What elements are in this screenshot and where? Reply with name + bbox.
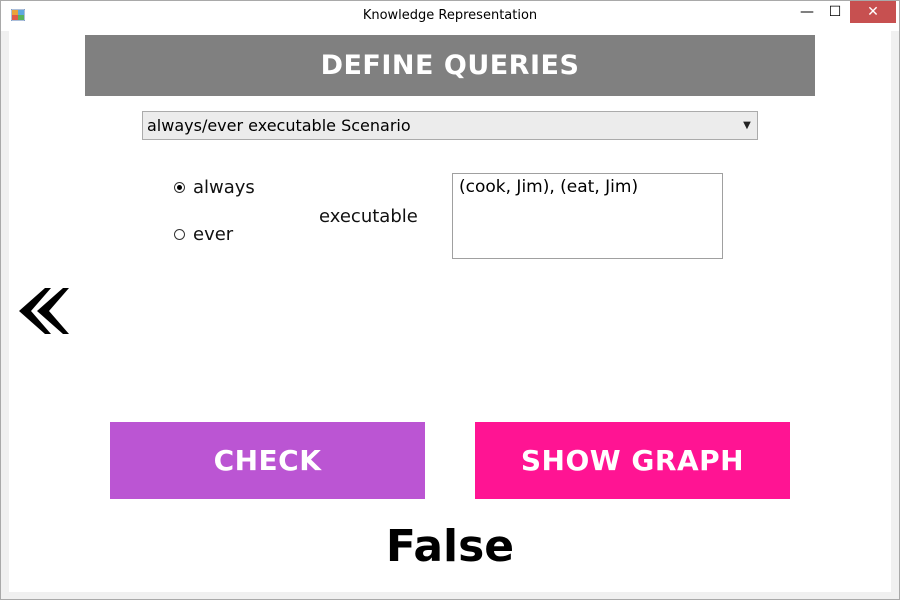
query-result: False [385, 521, 515, 572]
window-title: Knowledge Representation [362, 8, 538, 23]
double-chevron-left-icon[interactable] [17, 286, 72, 336]
maximize-icon: ☐ [828, 4, 842, 20]
scenario-input[interactable]: (cook, Jim), (eat, Jim) [452, 173, 723, 259]
check-button[interactable]: CHECK [110, 422, 425, 499]
radio-ever-label: ever [193, 224, 234, 245]
radio-always-indicator[interactable] [174, 182, 185, 193]
radio-always[interactable]: always [174, 177, 255, 198]
executable-label: executable [319, 206, 418, 227]
maximize-button[interactable]: ☐ [822, 1, 848, 23]
close-button[interactable]: ✕ [850, 1, 896, 23]
radio-always-label: always [193, 177, 255, 198]
minimize-icon: — [800, 4, 814, 20]
show-graph-button[interactable]: SHOW GRAPH [475, 422, 790, 499]
radio-ever[interactable]: ever [174, 224, 233, 245]
minimize-button[interactable]: — [792, 1, 822, 23]
chevron-down-icon: ▼ [743, 120, 751, 131]
query-type-select[interactable]: always/ever executable Scenario ▼ [142, 111, 758, 140]
main-panel: DEFINE QUERIES always/ever executable Sc… [9, 31, 891, 592]
app-window: Knowledge Representation — ☐ ✕ DEFINE QU… [0, 0, 900, 600]
close-icon: ✕ [867, 4, 879, 20]
title-bar[interactable]: Knowledge Representation — ☐ ✕ [1, 1, 899, 31]
page-title: DEFINE QUERIES [85, 35, 815, 96]
query-type-selected-value: always/ever executable Scenario [147, 116, 411, 135]
radio-ever-indicator[interactable] [174, 229, 185, 240]
